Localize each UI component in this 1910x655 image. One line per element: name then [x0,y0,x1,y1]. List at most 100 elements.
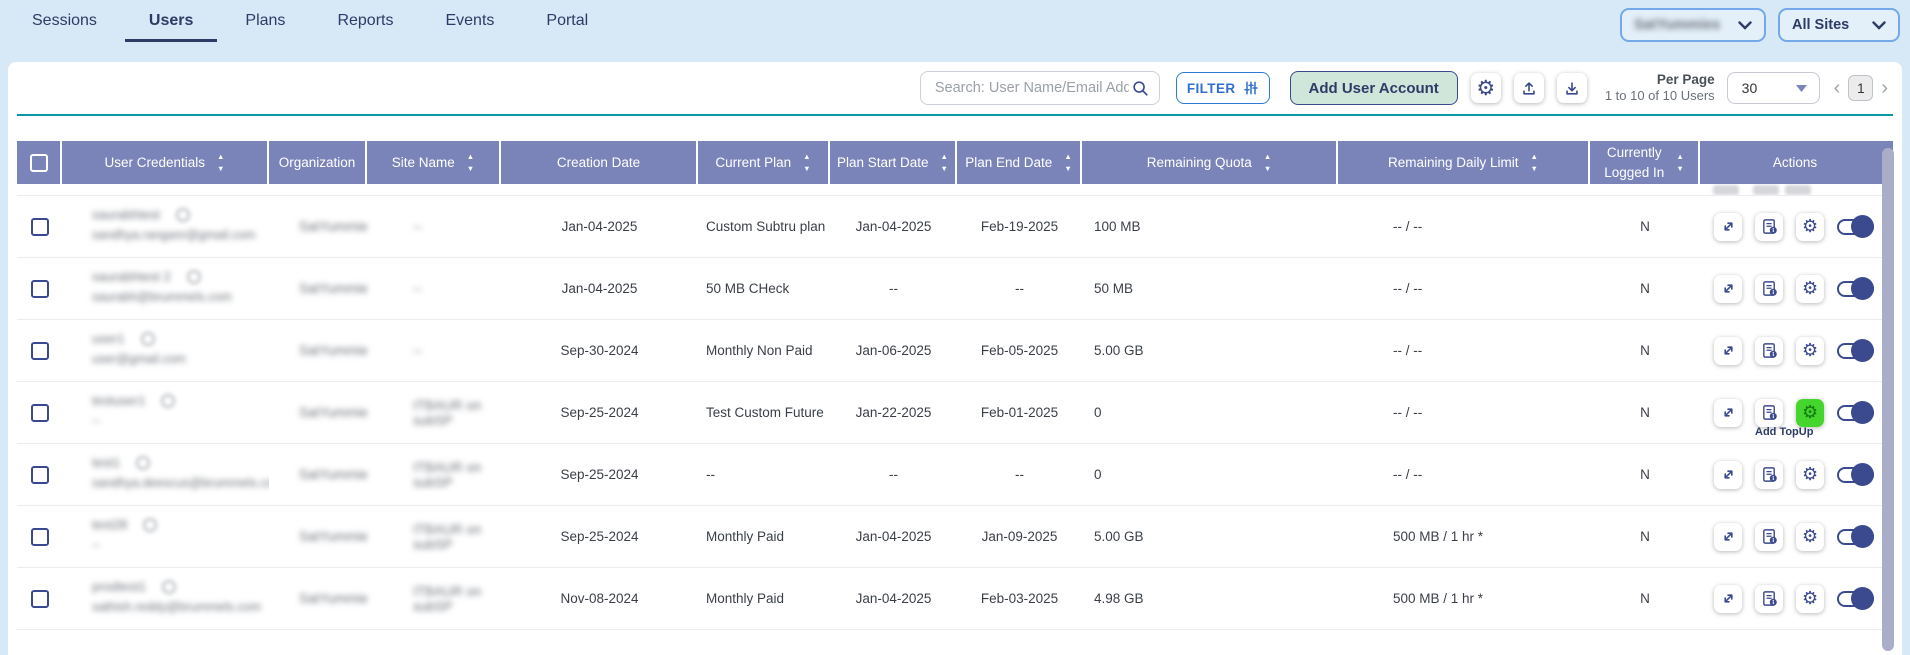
user-info-icon[interactable] [136,456,150,470]
user-plan-details-button[interactable] [1755,585,1783,613]
enable-user-toggle[interactable] [1837,529,1874,545]
select-all-checkbox[interactable] [30,154,48,172]
tab-users[interactable]: Users [149,12,193,42]
sort-arrows-icon[interactable]: ▲▼ [803,153,810,173]
row-checkbox[interactable] [31,342,49,360]
expand-user-button[interactable] [1714,337,1742,365]
tab-sessions[interactable]: Sessions [32,12,97,42]
expand-user-button[interactable] [1714,585,1742,613]
user-plan-details-button[interactable] [1755,523,1783,551]
table-settings-button[interactable]: ⚙ [1471,73,1501,103]
expand-user-button[interactable] [1714,275,1742,303]
row-checkbox[interactable] [31,280,49,298]
sort-arrows-icon[interactable]: ▲▼ [1064,153,1071,173]
pager: ‹ 1 › [1832,75,1890,101]
column-header-plan-start-date[interactable]: Plan Start Date▲▼ [830,141,957,184]
user-plan-details-button[interactable] [1755,337,1783,365]
expand-icon [1721,281,1736,296]
column-header-current-plan[interactable]: Current Plan▲▼ [698,141,830,184]
search-input[interactable] [933,79,1131,97]
sort-arrows-icon[interactable]: ▲▼ [467,153,474,173]
site-name-cell: -- [367,196,501,257]
row-checkbox[interactable] [31,466,49,484]
expand-user-button[interactable] [1714,213,1742,241]
enable-user-toggle[interactable] [1837,343,1874,359]
row-checkbox[interactable] [31,218,49,236]
next-page-button[interactable]: › [1879,78,1890,98]
filter-button[interactable]: FILTER [1176,72,1270,104]
site-name-cell: ITBAUR on subSP [367,506,501,567]
table-row: testuser1--SatYummiesITBAUR on subSPSep-… [17,382,1893,444]
enable-user-toggle[interactable] [1837,467,1874,483]
per-page-select[interactable]: 30 [1727,72,1820,104]
expand-user-button[interactable] [1714,399,1742,427]
site-name-cell: ITBAUR on subSP [367,382,501,443]
column-header-site-name[interactable]: Site Name▲▼ [367,141,501,184]
tab-plans[interactable]: Plans [245,12,285,42]
row-checkbox[interactable] [31,528,49,546]
enable-user-toggle[interactable] [1837,219,1874,235]
user-info-icon[interactable] [162,580,176,594]
enable-user-toggle[interactable] [1837,281,1874,297]
partial-icon [1753,185,1779,195]
user-plan-details-button[interactable] [1755,213,1783,241]
organization-dropdown[interactable]: SatYummies [1620,8,1766,42]
sort-arrows-icon[interactable]: ▲▼ [941,153,948,173]
remaining-quota-cell: 0 [1082,444,1338,505]
tab-reports[interactable]: Reports [337,12,393,42]
filter-button-label: FILTER [1187,81,1236,96]
prev-page-button[interactable]: ‹ [1832,78,1843,98]
column-header-remaining-quota[interactable]: Remaining Quota▲▼ [1082,141,1338,184]
partial-icon [1713,185,1739,195]
enable-user-toggle[interactable] [1837,591,1874,607]
user-info-icon[interactable] [141,332,155,346]
remaining-quota-cell: 5.00 GB [1082,506,1338,567]
sort-arrows-icon[interactable]: ▲▼ [1264,153,1271,173]
user-settings-button[interactable]: ⚙ [1796,523,1824,551]
vertical-scrollbar-thumb[interactable] [1882,148,1894,651]
all-sites-dropdown[interactable]: All Sites [1778,8,1900,42]
import-users-button[interactable] [1514,73,1544,103]
search-icon[interactable] [1131,79,1149,97]
site-name-cell: -- [367,320,501,381]
column-header-user-credentials[interactable]: User Credentials▲▼ [62,141,269,184]
nav-tabs: Sessions Users Plans Reports Events Portal [0,0,588,42]
user-info-icon[interactable] [143,518,157,532]
column-header-remaining-daily-limit[interactable]: Remaining Daily Limit▲▼ [1338,141,1590,184]
currently-logged-in-cell: N [1590,258,1700,319]
user-settings-button[interactable]: ⚙ [1796,585,1824,613]
actions-cell: ⚙ [1700,506,1890,567]
column-header-currently-logged-in[interactable]: CurrentlyLogged In▲▼ [1590,141,1700,184]
user-info-icon[interactable] [187,270,201,284]
organization-cell: SatYummies [269,320,367,381]
expand-user-button[interactable] [1714,523,1742,551]
current-page-indicator[interactable]: 1 [1848,75,1873,101]
column-header-plan-end-date[interactable]: Plan End Date▲▼ [957,141,1082,184]
expand-user-button[interactable] [1714,461,1742,489]
user-info-icon[interactable] [161,394,175,408]
row-checkbox[interactable] [31,590,49,608]
user-settings-button[interactable]: ⚙ [1796,275,1824,303]
export-users-button[interactable] [1557,73,1587,103]
tab-events[interactable]: Events [445,12,494,42]
user-plan-details-button[interactable] [1755,275,1783,303]
user-plan-details-button[interactable] [1755,461,1783,489]
user-settings-button[interactable]: ⚙ [1796,337,1824,365]
tab-portal[interactable]: Portal [546,12,588,42]
remaining-daily-limit-cell: -- / -- [1338,444,1590,505]
document-info-icon [1761,280,1778,297]
remaining-quota-cell: 100 MB [1082,196,1338,257]
user-settings-button[interactable]: ⚙ [1796,213,1824,241]
user-settings-button[interactable]: ⚙ [1796,461,1824,489]
column-header-actions: Actions [1700,141,1890,184]
add-topup-button[interactable]: ⚙ [1796,399,1824,427]
user-info-icon[interactable] [176,208,190,222]
add-user-account-button[interactable]: Add User Account [1290,71,1458,105]
enable-user-toggle[interactable] [1837,405,1874,421]
row-checkbox[interactable] [31,404,49,422]
sort-arrows-icon[interactable]: ▲▼ [1676,153,1683,173]
sort-arrows-icon[interactable]: ▲▼ [1531,153,1538,173]
sort-arrows-icon[interactable]: ▲▼ [217,153,224,173]
user-plan-details-button[interactable] [1755,399,1783,427]
actions-cell: ⚙ [1700,320,1890,381]
